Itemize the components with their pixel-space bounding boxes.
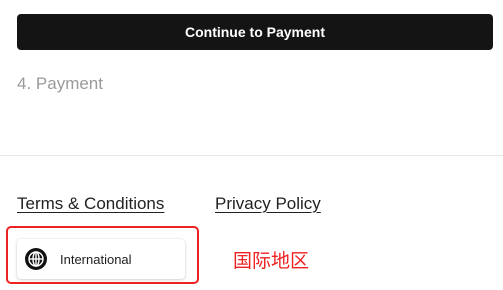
payment-step-label: 4. Payment <box>17 74 103 93</box>
annotation-label: 国际地区 <box>233 250 310 272</box>
region-selector-button[interactable]: International <box>17 239 185 279</box>
privacy-policy-link[interactable]: Privacy Policy <box>215 194 321 214</box>
region-label: International <box>60 251 132 267</box>
continue-to-payment-button[interactable]: Continue to Payment <box>17 14 493 50</box>
globe-icon <box>25 248 47 270</box>
terms-link[interactable]: Terms & Conditions <box>17 194 164 214</box>
checkout-page: Continue to Payment 4. Payment Terms & C… <box>0 0 503 290</box>
footer-divider <box>0 155 503 156</box>
